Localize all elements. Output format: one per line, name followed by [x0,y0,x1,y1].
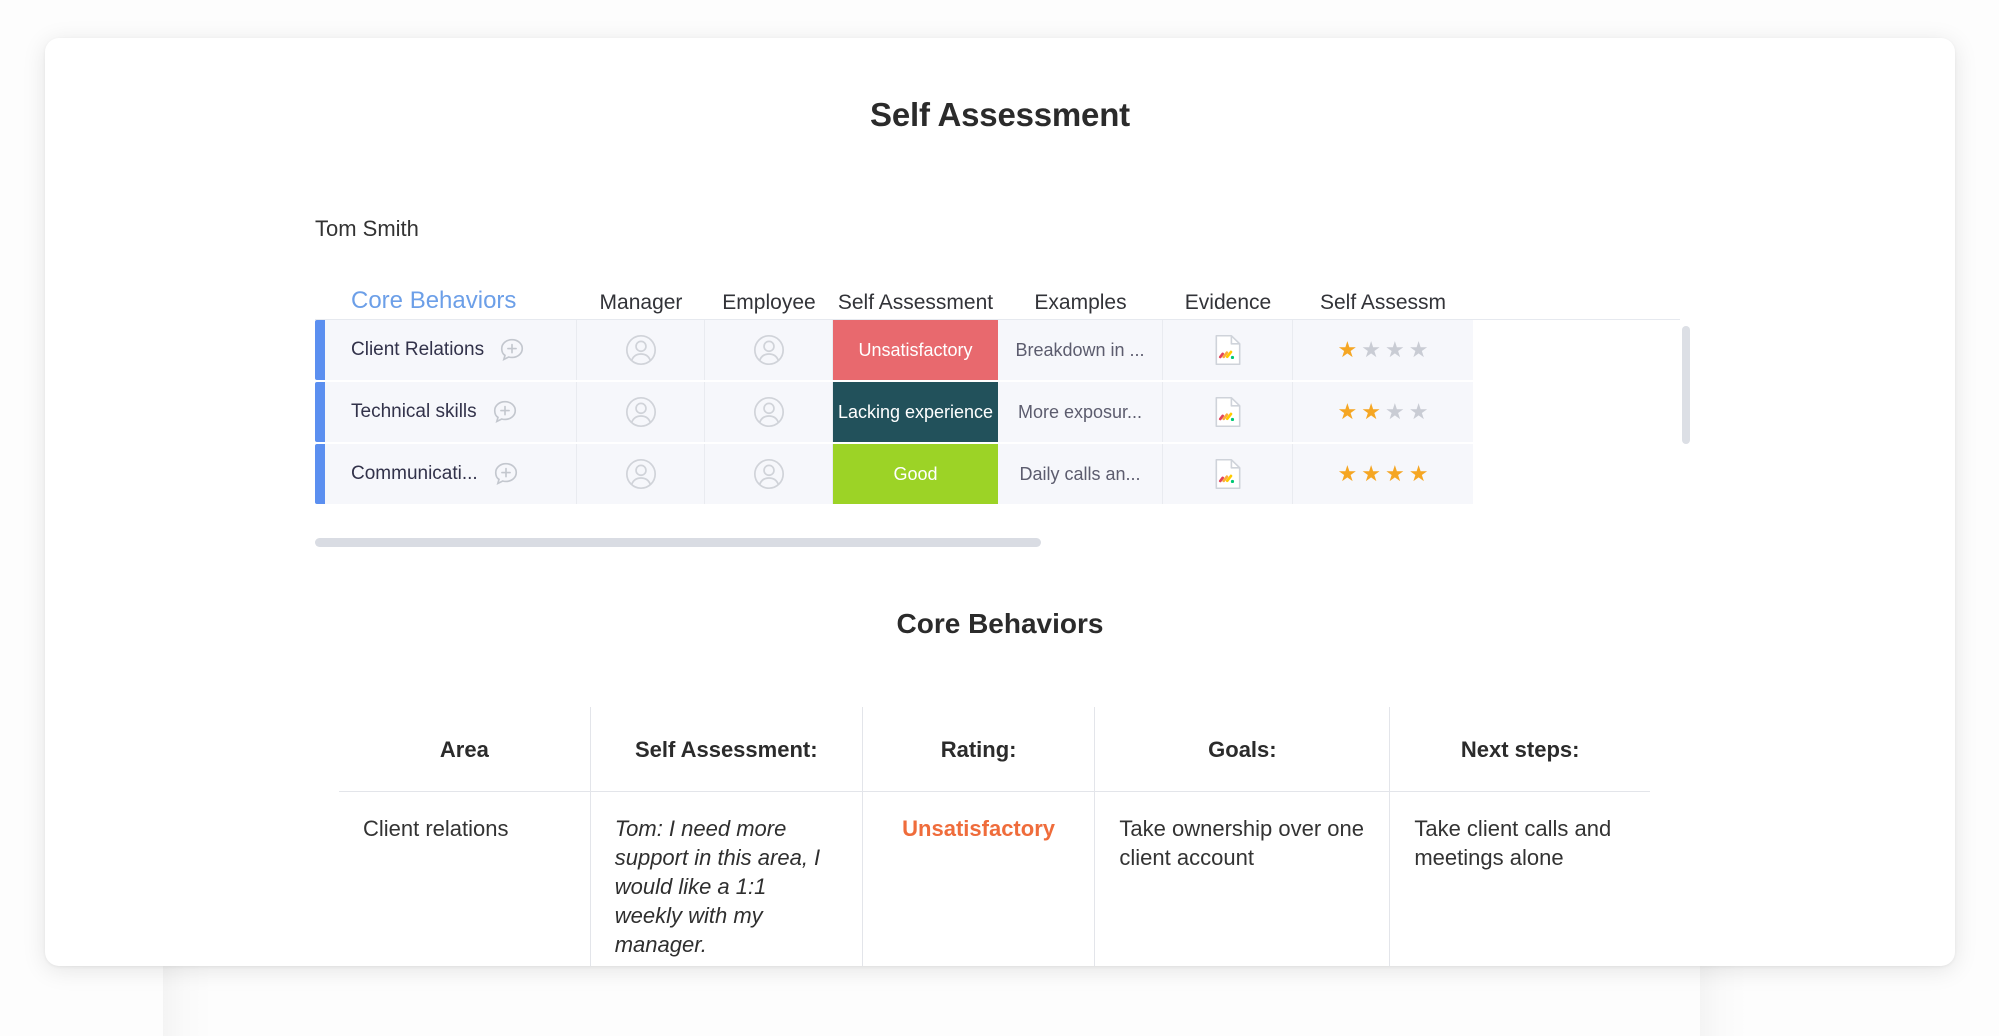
board-column-core-behaviors[interactable]: Core Behaviors [315,287,577,315]
doc-cell-next-steps: Take client calls and meetings alone [1390,792,1651,967]
section-heading: Core Behaviors [45,608,1955,640]
plus-bubble-icon[interactable] [498,336,526,364]
board-horizontal-scrollbar[interactable] [315,538,1680,547]
board-vertical-scrollbar[interactable] [1682,326,1690,522]
star-icon[interactable]: ★ [1409,401,1429,423]
star-icon[interactable]: ★ [1385,401,1405,423]
board-cell-employee[interactable] [705,320,833,380]
star-icon[interactable]: ★ [1338,339,1358,361]
star-icon[interactable]: ★ [1338,401,1358,423]
board-cell-rating[interactable]: ★★★★ [1293,320,1473,380]
star-icon[interactable]: ★ [1385,463,1405,485]
person-name: Tom Smith [315,216,419,242]
person-avatar-icon[interactable] [752,457,786,491]
board-row[interactable]: Communicati... Good Daily calls an... [315,444,1680,504]
board-cell-rating[interactable]: ★★★★ [1293,382,1473,442]
board-hscroll-thumb[interactable] [315,538,1041,547]
board-cell-evidence[interactable] [1163,320,1293,380]
board-cell-name[interactable]: Client Relations [325,320,577,380]
board-header-row: Core Behaviors Manager Employee Self Ass… [315,270,1680,320]
star-icon[interactable]: ★ [1338,463,1358,485]
plus-bubble-icon[interactable] [491,398,519,426]
page-title: Self Assessment [45,96,1955,134]
board-rows: Client Relations Unsatisfactory Breakdow… [315,320,1680,504]
person-avatar-icon[interactable] [624,457,658,491]
doc-table-row: Client relations Tom: I need more suppor… [339,792,1651,967]
board-column-manager[interactable]: Manager [577,291,705,315]
board-row[interactable]: Technical skills Lacking experience More… [315,382,1680,442]
board-row-label: Technical skills [351,401,477,423]
document-card: Self Assessment Tom Smith Core Behaviors… [45,38,1955,966]
board-cell-name[interactable]: Technical skills [325,382,577,442]
doc-cell-rating: Unsatisfactory [862,792,1095,967]
doc-table-header-row: Area Self Assessment: Rating: Goals: Nex… [339,707,1651,792]
board-column-examples[interactable]: Examples [998,291,1163,315]
board-cell-evidence[interactable] [1163,444,1293,504]
board-row-label: Communicati... [351,463,478,485]
core-behaviors-table: Area Self Assessment: Rating: Goals: Nex… [338,706,1651,966]
board-row[interactable]: Client Relations Unsatisfactory Breakdow… [315,320,1680,380]
person-avatar-icon[interactable] [624,333,658,367]
row-group-accent [315,444,325,504]
board-cell-employee[interactable] [705,444,833,504]
person-avatar-icon[interactable] [752,333,786,367]
star-icon[interactable]: ★ [1385,339,1405,361]
star-icon[interactable]: ★ [1409,339,1429,361]
board-cell-examples[interactable]: More exposur... [998,382,1163,442]
doc-header-goals: Goals: [1095,707,1390,792]
board-column-evidence[interactable]: Evidence [1163,291,1293,315]
row-group-accent [315,382,325,442]
person-avatar-icon[interactable] [752,395,786,429]
board-cell-status[interactable]: Unsatisfactory [833,320,998,380]
file-evidence-icon[interactable] [1214,457,1242,491]
doc-cell-area: Client relations [339,792,591,967]
star-icon[interactable]: ★ [1409,463,1429,485]
doc-cell-goals: Take ownership over one client account [1095,792,1390,967]
board-column-employee[interactable]: Employee [705,291,833,315]
board-vscroll-thumb[interactable] [1682,326,1690,444]
doc-header-next-steps: Next steps: [1390,707,1651,792]
star-icon[interactable]: ★ [1361,339,1381,361]
file-evidence-icon[interactable] [1214,395,1242,429]
board-column-self-assessment-2[interactable]: Self Assessm [1293,291,1473,315]
board-cell-rating[interactable]: ★★★★ [1293,444,1473,504]
doc-cell-self-assessment: Tom: I need more support in this area, I… [590,792,862,967]
board-row-label: Client Relations [351,339,484,361]
board-cell-status[interactable]: Good [833,444,998,504]
board-cell-examples[interactable]: Breakdown in ... [998,320,1163,380]
board-cell-manager[interactable] [577,444,705,504]
board-cell-manager[interactable] [577,320,705,380]
board-cell-examples[interactable]: Daily calls an... [998,444,1163,504]
star-icon[interactable]: ★ [1361,401,1381,423]
doc-header-rating: Rating: [862,707,1095,792]
board-cell-evidence[interactable] [1163,382,1293,442]
board-column-self-assessment[interactable]: Self Assessment [833,291,998,315]
board-cell-employee[interactable] [705,382,833,442]
file-evidence-icon[interactable] [1214,333,1242,367]
doc-header-self-assessment: Self Assessment: [590,707,862,792]
star-icon[interactable]: ★ [1361,463,1381,485]
row-group-accent [315,320,325,380]
person-avatar-icon[interactable] [624,395,658,429]
board-cell-manager[interactable] [577,382,705,442]
board-cell-name[interactable]: Communicati... [325,444,577,504]
board-cell-status[interactable]: Lacking experience [833,382,998,442]
plus-bubble-icon[interactable] [492,460,520,488]
doc-header-area: Area [339,707,591,792]
board-widget: Core Behaviors Manager Employee Self Ass… [315,270,1680,530]
